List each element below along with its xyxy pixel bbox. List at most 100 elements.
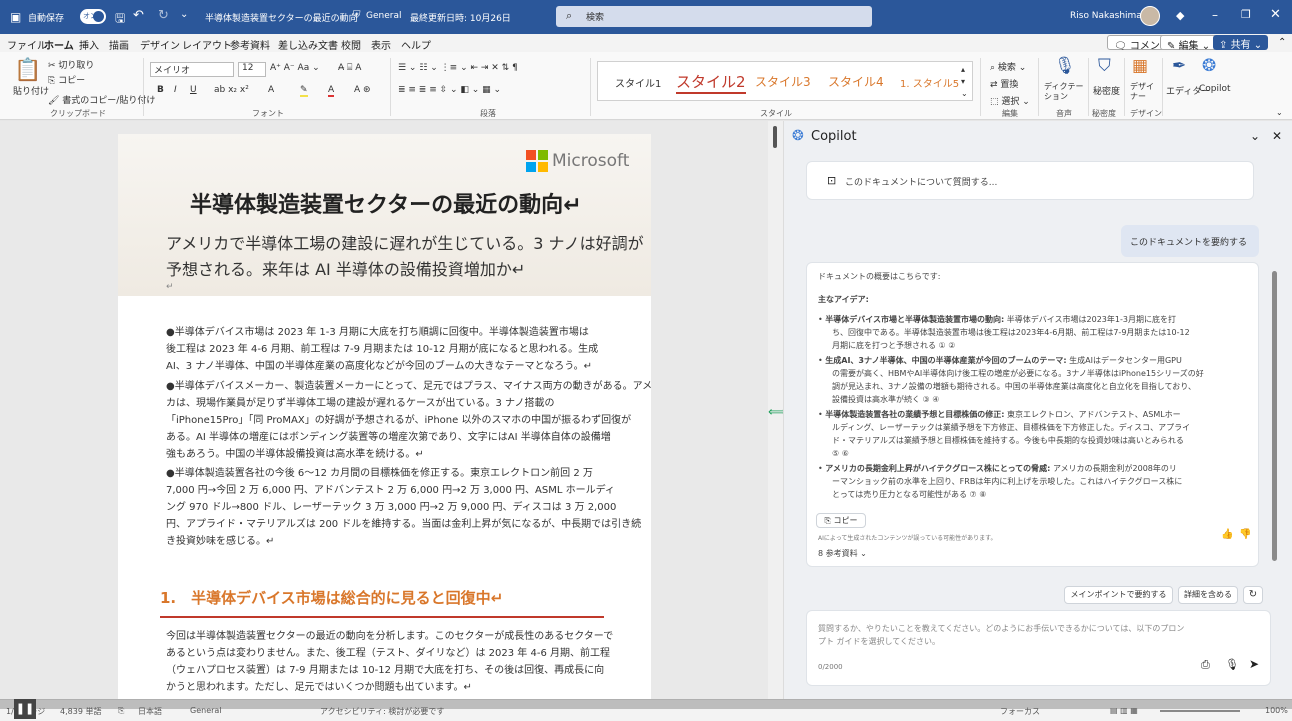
pane-splitter[interactable]: ⟺ <box>768 121 787 699</box>
close-icon[interactable]: ✕ <box>1270 7 1281 22</box>
style-2[interactable]: スタイル2 <box>676 71 746 94</box>
copilot-ribbon-label[interactable]: Copilot <box>1199 84 1231 94</box>
font-name-select[interactable]: メイリオ <box>150 62 234 77</box>
minimize-icon[interactable]: – <box>1212 8 1218 22</box>
char-shading-icon[interactable]: A ⊛ <box>354 85 371 95</box>
refresh-suggestions-icon[interactable]: ↻ <box>1243 586 1263 604</box>
send-icon[interactable]: ➤ <box>1249 657 1259 671</box>
dictate-icon[interactable]: 🎙 <box>1054 56 1076 76</box>
font-size-select[interactable]: 12 <box>238 62 266 77</box>
menu-insert[interactable]: 挿入 <box>79 37 99 52</box>
search-box[interactable]: ⌕ 検索 <box>556 6 872 27</box>
title-bar: ▣ 自動保存 オン 🖫 ↶ ↻ ⌄ 半導体製造装置セクターの最近の動向 ⛨ Ge… <box>0 0 1292 34</box>
document-title[interactable]: 半導体製造装置セクターの最近の動向 <box>205 11 358 24</box>
suggestion-main-points-button[interactable]: メインポイントで要約する <box>1064 586 1173 604</box>
cut-button[interactable]: ✂ 切り取り <box>48 58 94 71</box>
copilot-collapse-icon[interactable]: ⌄ <box>1250 129 1260 143</box>
copilot-ribbon-icon[interactable]: ❂ <box>1202 56 1216 76</box>
dictate-label[interactable]: ディクテーション <box>1044 82 1084 102</box>
copy-response-button[interactable]: ⎘ コピー <box>816 513 866 528</box>
avatar[interactable] <box>1140 6 1160 26</box>
paste-icon[interactable]: 📋 <box>14 58 41 83</box>
italic-icon[interactable]: I <box>174 85 177 95</box>
copilot-close-icon[interactable]: ✕ <box>1272 129 1282 143</box>
menu-references[interactable]: 参考資料 <box>230 37 270 52</box>
menu-draw[interactable]: 描画 <box>109 37 129 52</box>
suggestion-details-button[interactable]: 詳細を含める <box>1178 586 1238 604</box>
sensitivity-icon[interactable]: ⛉ <box>1098 56 1111 76</box>
document-subtitle-line1[interactable]: アメリカで半導体工場の建設に遅れが生じている。3 ナノは好調が <box>166 230 644 254</box>
prompt-guide-icon[interactable]: ⎙ <box>1201 658 1210 672</box>
copy-button[interactable]: ⎘ コピー <box>48 73 85 86</box>
menu-file[interactable]: ファイル <box>7 37 47 52</box>
suggestion-main-points-label: メインポイントで要約する <box>1070 590 1167 599</box>
user-name[interactable]: Riso Nakashima <box>1070 11 1142 21</box>
ribbon-expand-icon[interactable]: ⌄ <box>1276 108 1283 117</box>
section-heading-1[interactable]: 1. 半導体デバイス市場は総合的に見ると回復中↵ <box>160 587 503 608</box>
splitter-grip[interactable] <box>773 126 777 148</box>
menu-view[interactable]: 表示 <box>371 37 391 52</box>
response-bullet-1: • 半導体デバイス市場と半導体製造装置市場の動向: 半導体デバイス市場は2023… <box>818 315 1190 350</box>
ai-disclaimer: AIによって生成されたコンテンツが誤っている可能性があります。 <box>818 535 997 542</box>
find-button[interactable]: ⌕ 検索 ⌄ <box>990 60 1026 73</box>
undo-icon[interactable]: ↶ <box>133 8 144 23</box>
text-effects-icon[interactable]: A <box>268 85 274 95</box>
menu-review[interactable]: 校閲 <box>341 37 361 52</box>
font-color-icon[interactable]: A <box>328 85 335 97</box>
summary-bullet-3[interactable]: ●半導体製造装置各社の今後 6～12 カ月間の目標株価を修正する。東京エレクトロ… <box>166 465 641 550</box>
summary-bullet-1[interactable]: ●半導体デバイス市場は 2023 年 1-3 月期に大底を打ち順調に回復中。半導… <box>166 324 598 375</box>
save-icon[interactable]: 🖫 <box>115 9 125 30</box>
paste-label[interactable]: 貼り付け <box>13 84 49 97</box>
section-body-1[interactable]: 今回は半導体製造装置セクターの最近の動向を分析します。このセクターが成長性のある… <box>166 628 613 696</box>
styles-scroll-icon[interactable]: ▴ ▾ ⌄ <box>961 64 968 100</box>
clear-format-icon[interactable]: A̶ ⌸ A <box>338 63 361 73</box>
select-button[interactable]: ⬚ 選択 ⌄ <box>990 94 1030 107</box>
ribbon-collapse-icon[interactable]: ⌃ <box>1278 37 1286 48</box>
diamond-icon[interactable]: ◆ <box>1176 9 1184 22</box>
share-button[interactable]: ⇪ 共有 ⌄ <box>1213 35 1269 51</box>
menu-mailings[interactable]: 差し込み文書 <box>278 37 338 52</box>
align-left-icon[interactable]: ≣ ≡ ≣ ≡ ⇳ ⌄ ◧ ⌄ ▦ ⌄ <box>398 85 501 95</box>
editor-icon[interactable]: ✒ <box>1172 56 1186 76</box>
strikethrough-icon[interactable]: ab x₂ x² <box>214 85 249 95</box>
sensitivity-ribbon-label[interactable]: 秘密度 <box>1093 84 1120 97</box>
grow-font-icon[interactable]: A⁺ A⁻ Aa ⌄ <box>270 63 320 73</box>
bold-icon[interactable]: B <box>157 85 164 95</box>
chat-input-box[interactable]: 質問するか、やりたいことを教えてください。どのようにお手伝いできるかについては、… <box>806 610 1271 686</box>
designer-label[interactable]: デザイナー <box>1130 82 1156 102</box>
underline-icon[interactable]: U <box>190 85 197 95</box>
sensitivity-shield-icon: ⛨ <box>353 10 361 21</box>
style-3[interactable]: スタイル3 <box>755 73 811 90</box>
bullets-icon[interactable]: ☰ ⌄ ☷ ⌄ ⋮≡ ⌄ ⇤ ⇥ ✕ ⇅ ¶ <box>398 63 518 73</box>
thumbs-down-icon[interactable]: 👎 <box>1239 529 1251 540</box>
sensitivity-label[interactable]: General <box>366 11 401 21</box>
restore-icon[interactable]: ❐ <box>1241 8 1251 21</box>
menu-design[interactable]: デザイン <box>140 37 180 52</box>
pause-icon[interactable]: ❚❚ <box>14 699 36 719</box>
redo-icon[interactable]: ↻ <box>158 8 169 23</box>
references-toggle[interactable]: 8 参考資料 ⌄ <box>818 548 867 559</box>
thumbs-up-icon[interactable]: 👍 <box>1221 529 1233 540</box>
document-subtitle-line2[interactable]: 予想される。来年は AI 半導体の設備投資増加か↵ <box>166 256 525 280</box>
designer-icon[interactable]: ▦ <box>1132 56 1148 76</box>
zoom-slider[interactable] <box>1160 710 1240 712</box>
copilot-scrollbar[interactable] <box>1272 271 1277 561</box>
microphone-icon[interactable]: 🎙 <box>1225 658 1239 671</box>
summary-bullet-2[interactable]: ●半導体デバイスメーカー、製造装置メーカーにとって、足元ではプラス、マイナス両方… <box>166 378 651 463</box>
edit-mode-button[interactable]: ✎ 編集 ⌄ <box>1160 35 1218 52</box>
autosave-toggle[interactable]: オン <box>80 9 106 24</box>
document-area[interactable]: Microsoft 半導体製造装置セクターの最近の動向↵ アメリカで半導体工場の… <box>0 121 768 704</box>
customize-icon[interactable]: ⌄ <box>180 9 188 20</box>
document-title-heading[interactable]: 半導体製造装置セクターの最近の動向↵ <box>190 187 582 219</box>
format-painter-button[interactable]: 🖌 書式のコピー/貼り付け <box>48 93 155 106</box>
highlight-icon[interactable]: ✎ <box>300 85 308 97</box>
menu-layout[interactable]: レイアウト <box>182 37 232 52</box>
style-5[interactable]: 1. スタイル5 <box>900 75 959 90</box>
replace-button[interactable]: ⇄ 置換 <box>990 77 1018 90</box>
menu-help[interactable]: ヘルプ <box>401 37 431 52</box>
document-page[interactable]: Microsoft 半導体製造装置セクターの最近の動向↵ アメリカで半導体工場の… <box>118 134 651 704</box>
prompt-suggestion-card[interactable]: ⊡ このドキュメントについて質問する... <box>806 161 1254 200</box>
style-4[interactable]: スタイル4 <box>828 73 884 90</box>
last-saved[interactable]: 最終更新日時: 10月26日 <box>410 11 511 24</box>
style-1[interactable]: スタイル1 <box>615 75 661 90</box>
